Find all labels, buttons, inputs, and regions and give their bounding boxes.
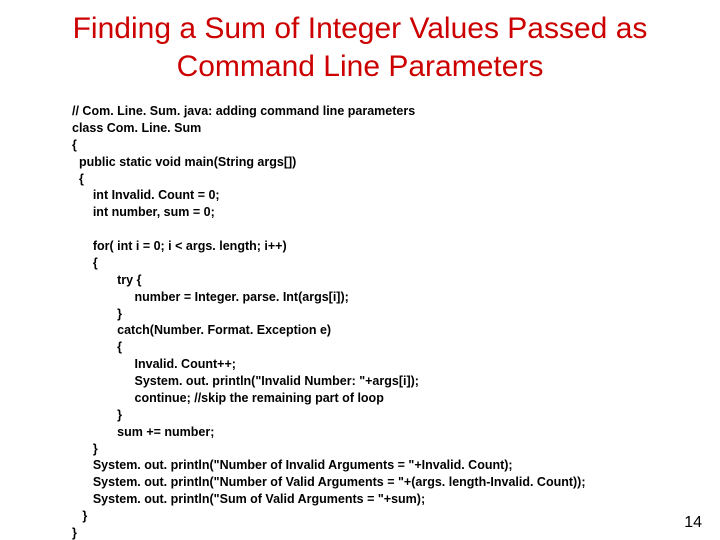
slide: Finding a Sum of Integer Values Passed a… (0, 0, 720, 540)
code-block: // Com. Line. Sum. java: adding command … (72, 103, 720, 540)
slide-title: Finding a Sum of Integer Values Passed a… (0, 0, 720, 85)
page-number: 14 (684, 514, 702, 532)
